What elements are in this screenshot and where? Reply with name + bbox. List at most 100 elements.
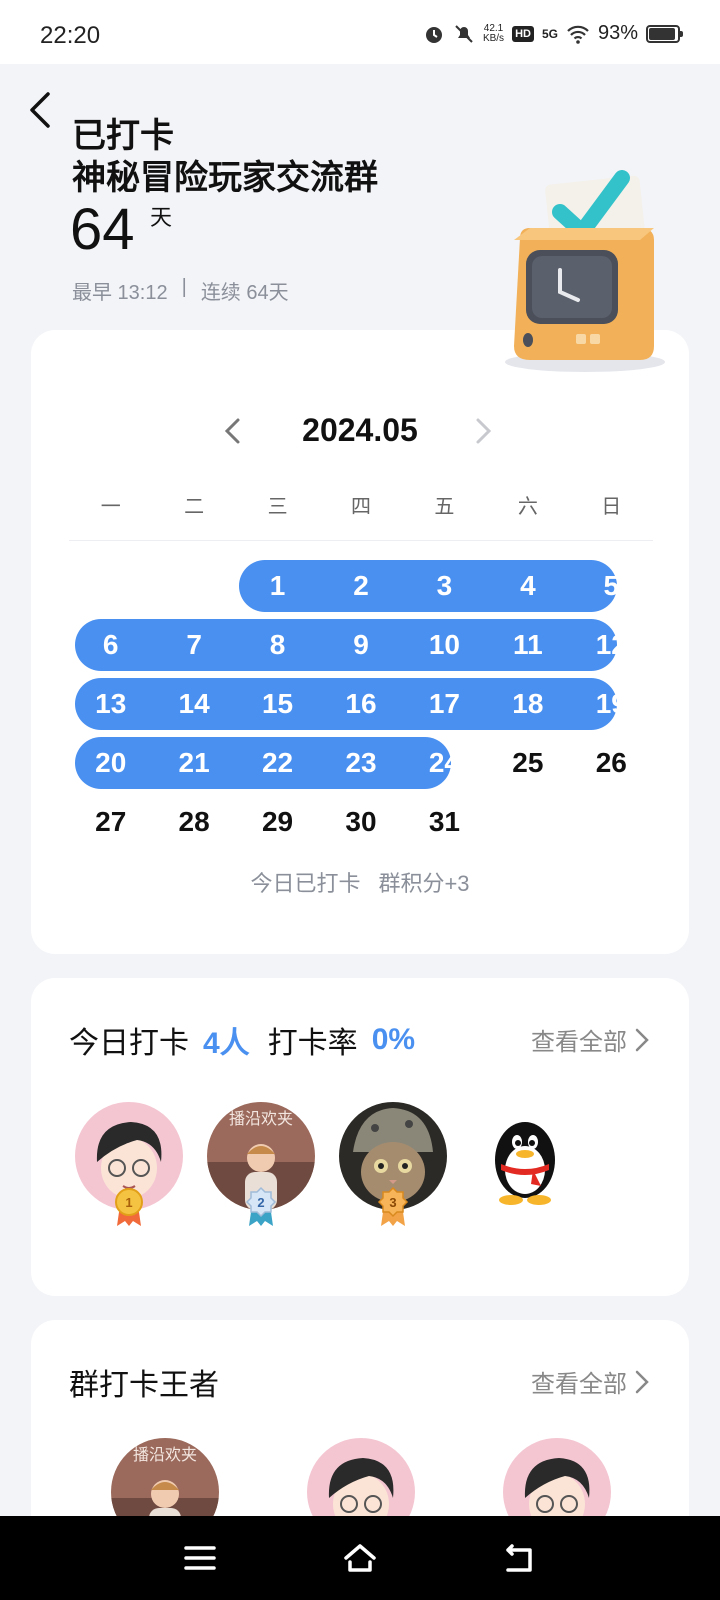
earliest-time: 最早 13:12 xyxy=(72,282,168,304)
alarm-icon xyxy=(425,26,442,43)
avatar[interactable]: 1 xyxy=(75,1102,183,1226)
see-all-label: 查看全部 xyxy=(531,1029,627,1056)
svg-text:1: 1 xyxy=(125,1195,132,1210)
checkin-rate-value: 0% xyxy=(371,1023,416,1056)
calendar-grid: 1 2 3 4 5 6 7 8 9 10 11 12 13 14 15 16 1… xyxy=(69,560,653,855)
avatar[interactable]: 播沿欢夹 2 xyxy=(207,1102,315,1226)
status-icons: 42.1 KB/s HD 5G 93% xyxy=(423,22,683,45)
today-checked-text: 今日已打卡 xyxy=(250,871,361,896)
king-see-all-link[interactable]: 查看全部 xyxy=(531,1364,649,1399)
see-all-label: 查看全部 xyxy=(531,1371,627,1398)
avatar[interactable] xyxy=(471,1102,579,1210)
calendar-day[interactable]: 18 xyxy=(486,678,569,730)
today-checkin-avatars: 1 播沿欢夹 2 3 xyxy=(75,1102,579,1226)
net-speed: 42.1 KB/s xyxy=(482,22,505,44)
calendar-day[interactable]: 25 xyxy=(486,737,569,789)
svg-text:3: 3 xyxy=(389,1195,396,1210)
calendar-week: 13 14 15 16 17 18 19 xyxy=(69,678,653,730)
calendar-day[interactable]: 12 xyxy=(570,619,653,671)
checkin-days-unit: 天 xyxy=(150,205,173,230)
checkin-king-title: 群打卡王者 xyxy=(69,1369,219,1402)
calendar-month: 2024.05 xyxy=(302,412,418,448)
calendar-day[interactable]: 15 xyxy=(236,678,319,730)
battery-percent: 93% xyxy=(597,22,638,44)
calendar-day[interactable]: 5 xyxy=(570,560,653,612)
calendar-day[interactable]: 30 xyxy=(319,796,402,848)
svg-text:播沿欢夹: 播沿欢夹 xyxy=(229,1109,293,1128)
calendar-divider xyxy=(69,540,653,541)
weekday-sat: 六 xyxy=(517,496,538,518)
calendar-day[interactable]: 29 xyxy=(236,796,319,848)
calendar-day[interactable]: 27 xyxy=(69,796,152,848)
signal-icon: 5G xyxy=(541,26,558,41)
calendar-day[interactable]: 26 xyxy=(570,737,653,789)
today-see-all-link[interactable]: 查看全部 xyxy=(531,1022,649,1057)
svg-text:播沿欢夹: 播沿欢夹 xyxy=(133,1445,197,1464)
checkin-clock-illustration xyxy=(505,170,665,372)
status-time: 22:20 xyxy=(40,22,101,49)
menu-icon[interactable] xyxy=(182,1540,218,1576)
home-icon[interactable] xyxy=(342,1540,378,1576)
checkin-status: 今日已打卡 群积分+3 xyxy=(31,866,689,898)
next-month-icon[interactable] xyxy=(471,416,495,446)
calendar-day[interactable]: 14 xyxy=(152,678,235,730)
back-arrow-icon[interactable] xyxy=(26,90,56,130)
calendar-day[interactable]: 20 xyxy=(69,737,152,789)
calendar-day[interactable]: 11 xyxy=(486,619,569,671)
calendar-day[interactable]: 21 xyxy=(152,737,235,789)
back-icon[interactable] xyxy=(502,1540,538,1576)
silver-medal-icon: 2 xyxy=(245,1186,277,1226)
system-nav-bar xyxy=(0,1516,720,1600)
calendar-day[interactable]: 10 xyxy=(403,619,486,671)
calendar-day[interactable]: 16 xyxy=(319,678,402,730)
calendar-week: 27 28 29 30 31 xyxy=(69,796,653,848)
calendar-day[interactable]: 17 xyxy=(403,678,486,730)
calendar-week: 20 21 22 23 24 25 26 xyxy=(69,737,653,789)
battery-icon xyxy=(646,24,683,43)
avatar[interactable]: 3 xyxy=(339,1102,447,1226)
weekday-sun: 日 xyxy=(601,496,622,518)
calendar-day[interactable]: 28 xyxy=(152,796,235,848)
calendar-day[interactable]: 4 xyxy=(486,560,569,612)
weekday-thu: 四 xyxy=(350,496,371,518)
calendar-day[interactable]: 23 xyxy=(319,737,402,789)
calendar-card: 2024.05 一 二 三 四 五 六 日 1 2 3 4 5 6 7 8 9 … xyxy=(31,330,689,954)
status-bar: 22:20 42.1 KB/s HD 5G 93% xyxy=(0,0,720,64)
calendar-day[interactable]: 1 xyxy=(236,560,319,612)
group-name: 神秘冒险玩家交流群 xyxy=(72,159,378,197)
chevron-right-icon xyxy=(635,1028,649,1051)
qq-penguin-avatar xyxy=(471,1102,579,1210)
wifi-icon xyxy=(567,25,589,44)
today-checkin-card: 今日打卡 4人 打卡率 0% 查看全部 1 播沿欢夹 2 3 xyxy=(31,978,689,1296)
svg-text:2: 2 xyxy=(257,1195,264,1210)
calendar-day[interactable]: 24 xyxy=(403,737,486,789)
calendar-day[interactable]: 22 xyxy=(236,737,319,789)
bronze-medal-icon: 3 xyxy=(377,1186,409,1226)
calendar-day[interactable]: 2 xyxy=(319,560,402,612)
weekday-wed: 三 xyxy=(267,496,288,518)
calendar-day[interactable]: 19 xyxy=(570,678,653,730)
weekday-fri: 五 xyxy=(434,496,455,518)
gold-medal-icon: 1 xyxy=(115,1188,143,1226)
checkin-summary: 最早 13:12 | 连续 64天 xyxy=(72,276,289,305)
weekday-tue: 二 xyxy=(184,496,205,518)
chevron-right-icon xyxy=(635,1370,649,1393)
today-checkin-count: 4人 xyxy=(203,1027,250,1060)
streak-days: 连续 64天 xyxy=(200,282,289,304)
calendar-day[interactable]: 3 xyxy=(403,560,486,612)
calendar-day[interactable]: 9 xyxy=(319,619,402,671)
calendar-day[interactable]: 8 xyxy=(236,619,319,671)
calendar-week: 1 2 3 4 5 xyxy=(69,560,653,612)
calendar-day[interactable]: 13 xyxy=(69,678,152,730)
hd-badge: HD xyxy=(512,25,534,42)
calendar-day[interactable]: 6 xyxy=(69,619,152,671)
summary-separator: | xyxy=(181,276,187,298)
checkin-rate-label: 打卡率 xyxy=(267,1027,358,1060)
calendar-day[interactable]: 7 xyxy=(152,619,235,671)
points-earned: 群积分+3 xyxy=(378,871,470,896)
weekday-mon: 一 xyxy=(100,496,121,518)
weekday-header: 一 二 三 四 五 六 日 xyxy=(69,490,653,519)
checkin-days: 64 xyxy=(70,197,135,262)
calendar-day[interactable]: 31 xyxy=(403,796,486,848)
today-checkin-label: 今日打卡 xyxy=(69,1027,189,1060)
